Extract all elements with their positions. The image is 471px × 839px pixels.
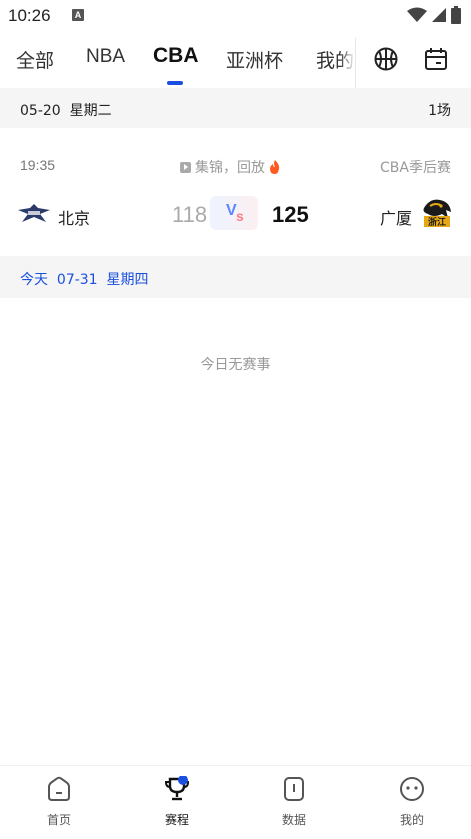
highlights-label: 集锦，回放 (195, 160, 265, 176)
tab-all[interactable]: 全部 (16, 46, 54, 73)
match-time: 19:35 (20, 157, 56, 173)
nav-profile[interactable]: 我的 (382, 776, 442, 828)
beijing-team-logo (18, 204, 50, 222)
nav-home-label: 首页 (46, 813, 71, 827)
signal-icon (432, 8, 446, 22)
fire-icon (270, 160, 280, 174)
empty-state-message: 今日无赛事 (200, 357, 271, 373)
play-icon (180, 161, 191, 173)
home-score: 118 (172, 202, 208, 227)
status-time: 10:26 (8, 6, 51, 25)
date-header: 05-20 星期二 1场 (0, 88, 471, 128)
today-label: 今天 07-31 星期四 (20, 269, 149, 289)
basketball-icon[interactable] (373, 46, 399, 72)
tab-cba[interactable]: CBA (153, 44, 199, 68)
match-highlights[interactable]: 集锦，回放 (180, 157, 281, 177)
home-icon (48, 776, 70, 801)
date-weekday: 星期二 (69, 103, 112, 119)
match-count: 1场 (428, 103, 451, 119)
status-icons (407, 6, 461, 24)
notification-icon: A (72, 9, 84, 21)
guangsha-team-logo: 浙江 (423, 199, 451, 228)
vs-badge: V s (210, 196, 258, 230)
match-stage: CBA季后赛 (380, 160, 451, 176)
battery-icon (451, 6, 461, 24)
wifi-icon (407, 7, 427, 22)
nav-schedule-label: 赛程 (164, 813, 189, 827)
active-tab-indicator (167, 81, 183, 85)
calendar-icon[interactable] (423, 46, 449, 72)
vs-s: s (236, 208, 244, 224)
home-team-name: 北京 (58, 209, 91, 228)
away-logo-text: 浙江 (428, 216, 446, 228)
date-value: 05-20 (20, 103, 61, 119)
nav-home[interactable]: 首页 (29, 776, 89, 828)
data-icon (284, 777, 304, 801)
today-weekday: 星期四 (106, 272, 149, 288)
nav-schedule[interactable]: 赛程 (147, 775, 207, 828)
nav-profile-label: 我的 (399, 813, 424, 827)
trophy-icon (164, 775, 190, 801)
league-tabs: 全部 NBA CBA 亚洲杯 我的 (0, 38, 471, 90)
match-card[interactable]: 19:35 集锦，回放 CBA季后赛 北京 118 V s 125 广厦 浙江 (0, 128, 471, 256)
today-header: 今天 07-31 星期四 (0, 256, 471, 298)
tab-nba[interactable]: NBA (86, 46, 125, 68)
nav-data[interactable]: 数据 (264, 776, 324, 828)
tab-asia-cup[interactable]: 亚洲杯 (226, 46, 283, 73)
today-word: 今天 (20, 272, 48, 288)
profile-icon (400, 777, 424, 801)
bottom-nav: 首页 赛程 数据 我的 (0, 765, 471, 839)
today-date: 07-31 (56, 272, 98, 288)
away-team-name: 广厦 (380, 209, 413, 228)
away-score: 125 (272, 202, 309, 227)
tabs-fade-divider (340, 38, 356, 90)
nav-data-label: 数据 (281, 813, 306, 827)
date-label: 05-20 星期二 (20, 100, 112, 120)
status-bar: 10:26 A (0, 0, 471, 32)
